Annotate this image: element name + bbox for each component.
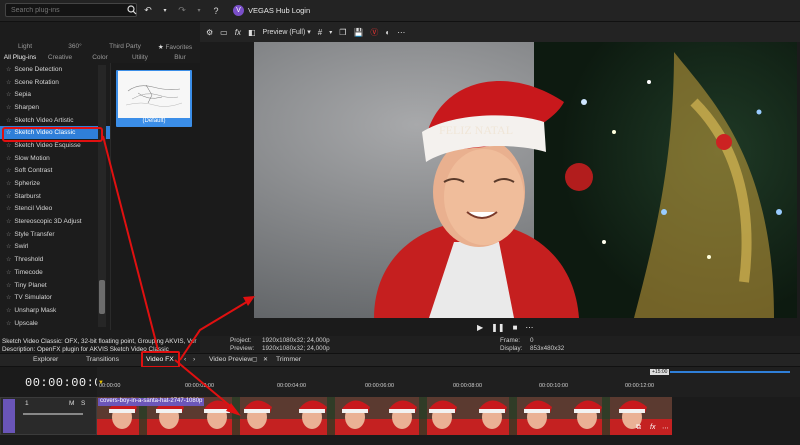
annotation-arrows: [102, 135, 255, 416]
